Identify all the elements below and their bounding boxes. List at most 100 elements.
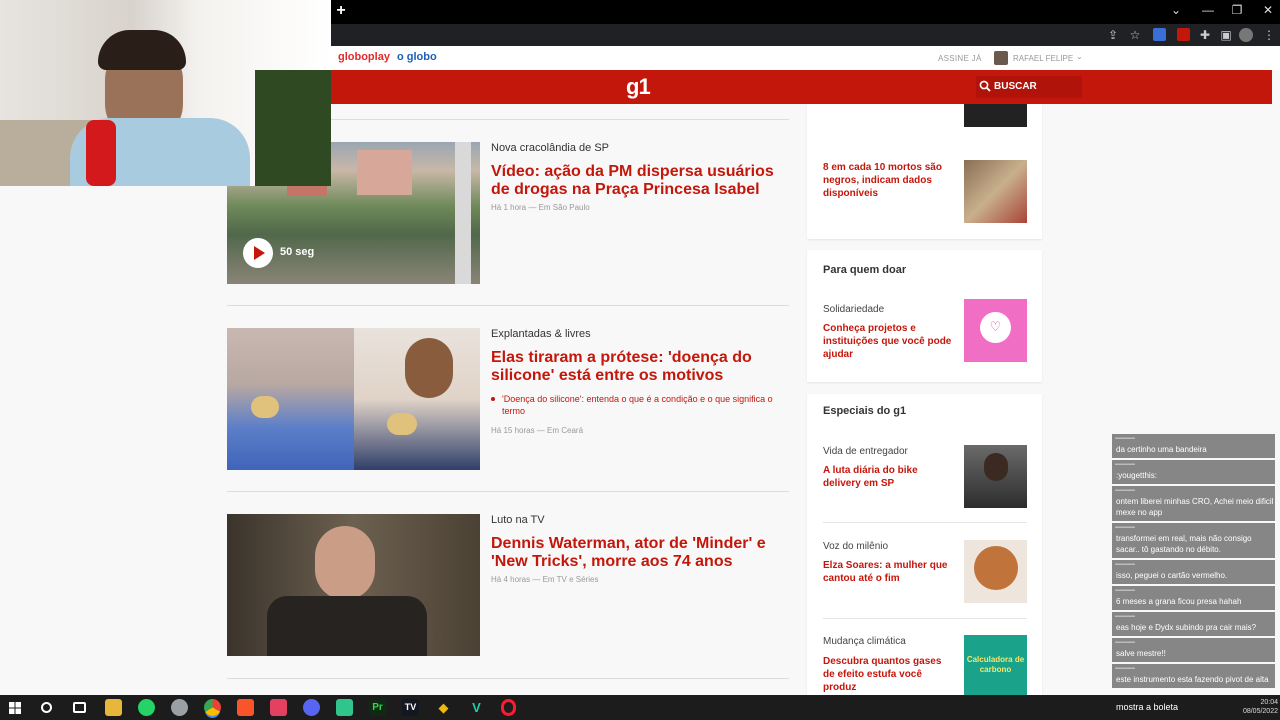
side-panel-icon[interactable]: ▣ [1218,27,1234,43]
feed-divider [331,119,789,120]
news-thumbnail[interactable] [227,328,480,470]
chat-text: :yougetthis: [1116,471,1157,480]
chat-message: ▬▬▬▬ da certinho uma bandeira [1112,434,1275,458]
chat-username: ▬▬▬▬ [1115,487,1135,493]
bookmark-star-icon[interactable]: ☆ [1127,27,1143,43]
tray-chat-text: mostra a boleta [1116,702,1179,712]
chevron-down-icon[interactable]: ⌄ [1076,52,1083,61]
feed-divider [227,305,789,306]
subscribe-link[interactable]: ASSINE JÁ [938,54,982,63]
opera-icon[interactable] [501,699,516,716]
chat-message: ▬▬▬▬ eas hoje e Dydx subindo pra cair mai… [1112,612,1275,636]
extensions-puzzle-icon[interactable]: ✚ [1197,27,1213,43]
chrome-icon[interactable] [204,699,221,716]
sidebar-thumbnail[interactable] [964,104,1027,127]
clock-time: 20:04 [1260,699,1278,706]
app-icon[interactable] [336,699,353,716]
sidebar-thumbnail[interactable] [964,445,1027,508]
windows-start-icon[interactable] [9,702,21,714]
photo-left [227,328,354,470]
heart-hand-icon: ♡ [980,312,1011,343]
share-icon[interactable]: ⇪ [1105,27,1121,43]
chat-message: ▬▬▬▬:yougetthis: [1112,460,1275,484]
app-icon[interactable] [270,699,287,716]
article-meta: Há 15 horas — Em Ceará [491,426,584,435]
g1-logo[interactable]: g1 [626,74,651,100]
sidebar-headline[interactable]: Descubra quantos gases de efeito estufa … [823,655,953,694]
webcam-overlay [0,0,331,186]
sidebar-divider [823,522,1027,523]
profile-avatar-icon[interactable] [1239,28,1253,42]
chat-text: ontem liberei minhas CRO, Achei meio dif… [1116,497,1274,517]
sidebar-card-top: 8 em cada 10 mortos são negros, indicam … [807,104,1042,239]
task-view-icon[interactable] [73,702,86,713]
system-clock[interactable]: 20:04 08/05/2022 [1242,698,1278,716]
sidebar-headline[interactable]: Elza Soares: a mulher que cantou até o f… [823,559,953,585]
brave-icon[interactable] [237,699,254,716]
sidebar-headline[interactable]: Conheça projetos e instituições que você… [823,322,953,361]
chat-username: ▬▬▬▬ [1115,587,1135,593]
clock-date: 08/05/2022 [1242,708,1278,715]
binance-icon[interactable]: ◆ [435,699,452,716]
sidebar-headline[interactable]: A luta diária do bike delivery em SP [823,464,953,490]
article-headline[interactable]: Dennis Waterman, ator de 'Minder' e 'New… [491,535,781,571]
related-link[interactable]: 'Doença do silicone': entenda o que é a … [502,393,792,417]
tradingview-icon[interactable]: TV [402,699,419,716]
user-avatar[interactable] [994,51,1008,65]
hair-shape [974,546,1018,590]
oglobo-link[interactable]: o globo [397,51,437,63]
stream-chat-overlay: ▬▬▬▬ da certinho uma bandeira ▬▬▬▬:youget… [1112,434,1275,695]
user-name[interactable]: RAFAEL FELIPE [1013,54,1073,63]
sidebar-thumbnail[interactable] [964,540,1027,603]
article-headline[interactable]: Elas tiraram a prótese: 'doença do silic… [491,349,781,385]
sidebar-thumbnail[interactable] [964,160,1027,223]
search-button[interactable]: BUSCAR [976,76,1082,98]
new-tab-button[interactable]: + [334,2,348,20]
plant-shape [255,70,331,186]
article-kicker: Nova cracolândia de SP [491,142,610,154]
sidebar-thumbnail[interactable]: Calculadora de carbono [964,635,1027,695]
play-button[interactable] [243,238,273,268]
app-icon[interactable] [171,699,188,716]
browser-menu-icon[interactable]: ⋮ [1261,27,1277,43]
file-explorer-icon[interactable] [105,699,122,716]
minimize-button[interactable]: — [1198,3,1218,17]
card-title: Especiais do g1 [823,405,907,417]
search-icon[interactable] [41,702,52,713]
globoplay-link[interactable]: globoplay [338,51,390,63]
restore-button[interactable]: ❐ [1227,3,1247,17]
chat-text: da certinho uma bandeira [1116,445,1207,454]
chat-message: ▬▬▬▬ ontem liberei minhas CRO, Achei meio… [1112,486,1275,521]
article-headline[interactable]: Vídeo: ação da PM dispersa usuários de d… [491,163,791,199]
chat-message: ▬▬▬▬ transformei em real, mais não consig… [1112,523,1275,558]
sidebar-card-specials: Especiais do g1 Vida de entregador A lut… [807,394,1042,695]
suit-shape [267,596,427,656]
translate-extension-icon[interactable] [1153,28,1166,41]
chat-text: transformei em real, mais não consigo sa… [1116,534,1252,554]
close-window-button[interactable]: ✕ [1258,3,1278,17]
feed-divider [227,491,789,492]
person-hair-shape [405,338,453,398]
article-kicker: Luto na TV [491,514,545,526]
tab-search-icon[interactable]: ⌄ [1166,3,1186,17]
carbon-calculator-label: Calculadora de carbono [966,655,1025,674]
card-title: Para quem doar [823,264,907,276]
sidebar-divider [823,618,1027,619]
video-duration: 50 seg [280,246,315,258]
premiere-icon[interactable]: Pr [369,699,386,716]
extension-badge-icon[interactable] [1177,28,1190,41]
chat-username: ▬▬▬▬ [1115,613,1135,619]
sidebar-headline[interactable]: 8 em cada 10 mortos são negros, indicam … [823,161,953,200]
search-label: BUSCAR [994,81,1037,92]
sidebar-kicker: Solidariedade [823,304,885,315]
sidebar-kicker: Mudança climática [823,636,906,647]
discord-icon[interactable] [303,699,320,716]
chat-message: ▬▬▬▬ 6 meses a grana ficou presa hahah [1112,586,1275,610]
chat-text: isso, peguei o cartão vermelho. [1116,571,1228,580]
sidebar-thumbnail[interactable]: ♡ [964,299,1027,362]
chat-text: eas hoje e Dydx subindo pra cair mais? [1116,623,1257,632]
article-meta: Há 4 horas — Em TV e Séries [491,575,599,584]
app-icon[interactable]: V [468,699,485,716]
whatsapp-icon[interactable] [138,699,155,716]
news-thumbnail[interactable] [227,514,480,656]
